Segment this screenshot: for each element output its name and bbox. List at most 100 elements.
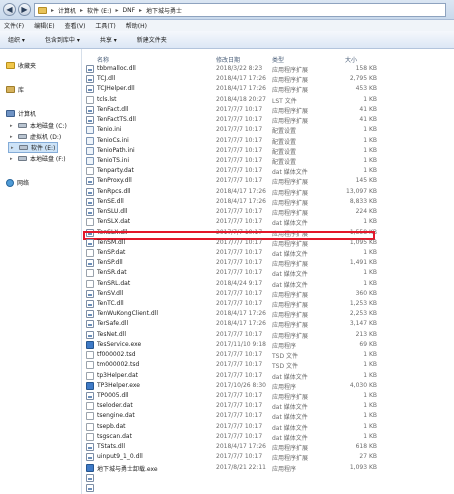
file-row[interactable]: TenProxy.dll 2017/7/7 10:17 应用程序扩展 145 KB <box>83 176 454 186</box>
file-file-icon <box>86 351 94 360</box>
file-row[interactable]: TenioPath.ini 2017/7/7 10:17 配置设置 1 KB <box>83 146 454 156</box>
file-row[interactable]: TenFact.dll 2017/7/7 10:17 应用程序扩展 41 KB <box>83 105 454 115</box>
file-row[interactable]: tf000002.tsd 2017/7/7 10:17 TSD 文件 1 KB <box>83 350 454 360</box>
file-row[interactable]: tsepb.dat 2017/7/7 10:17 dat 媒体文件 1 KB <box>83 422 454 432</box>
new-folder-button[interactable]: 新建文件夹 <box>137 35 167 44</box>
file-type: 应用程序扩展 <box>272 322 309 330</box>
address-input[interactable]: ▸ 计算机 ▸ 软件 (E:) ▸ DNF ▸ 地下城与勇士 <box>34 3 446 17</box>
menu-file[interactable]: 文件(F) <box>4 21 24 30</box>
nav-drive-d[interactable]: ▸ 虚拟机 (D:) <box>10 132 61 142</box>
file-name: tsepb.dat <box>97 422 126 430</box>
file-size: 41 KB <box>359 105 377 113</box>
expand-arrow-icon[interactable]: ▸ <box>11 145 16 151</box>
file-row[interactable]: TP3Helper.exe 2017/10/26 8:30 应用程序 4,030 KB <box>83 381 454 391</box>
file-row[interactable]: TenTC.dll 2017/7/7 10:17 应用程序扩展 1,253 KB <box>83 299 454 309</box>
share-button[interactable]: 共享 ▾ <box>100 35 117 44</box>
file-row[interactable]: Tenio.ini 2017/7/7 10:17 配置设置 1 KB <box>83 125 454 135</box>
menu-tools[interactable]: 工具(T) <box>95 21 115 30</box>
file-date: 2018/4/17 17:26 <box>216 197 266 205</box>
menu-view[interactable]: 查看(V) <box>65 21 86 30</box>
dat-file-icon <box>86 248 94 257</box>
file-row[interactable]: TCJHelper.dll 2018/4/17 17:26 应用程序扩展 453 KB <box>83 84 454 94</box>
file-row[interactable]: tcls.lst 2018/4/18 20:27 LST 文件 1 KB <box>83 95 454 105</box>
nav-favorites[interactable]: 收藏夹 <box>6 61 36 70</box>
file-type: 应用程序扩展 <box>272 312 309 320</box>
file-row[interactable]: TesService.exe 2017/11/10 9:18 应用程序 69 KB <box>83 340 454 350</box>
file-row[interactable]: TenSLX.dat 2017/7/7 10:17 dat 媒体文件 1 KB <box>83 217 454 227</box>
breadcrumb-drive[interactable]: 软件 (E:) <box>87 6 111 15</box>
organize-button[interactable]: 组织 ▾ <box>8 35 25 44</box>
nav-libraries[interactable]: 库 <box>6 85 24 94</box>
breadcrumb-computer[interactable]: 计算机 <box>58 6 76 15</box>
file-row[interactable]: TenSP.dll 2017/7/7 10:17 应用程序扩展 1,491 KB <box>83 258 454 268</box>
file-row[interactable] <box>83 473 454 483</box>
file-row[interactable]: uinput9_1_0.dll 2017/7/7 10:17 应用程序扩展 27 KB <box>83 452 454 462</box>
nav-network[interactable]: 网络 <box>6 178 29 187</box>
file-row[interactable]: TenSE.dll 2018/4/17 17:26 应用程序扩展 8,833 KB <box>83 197 454 207</box>
file-row[interactable]: TP0005.dll 2017/7/7 10:17 应用程序扩展 1 KB <box>83 391 454 401</box>
file-row[interactable]: tbbmalloc.dll 2018/3/22 8:23 应用程序扩展 158 KB <box>83 64 454 74</box>
forward-button[interactable]: ▶ <box>18 3 31 16</box>
expand-arrow-icon[interactable]: ▸ <box>10 156 15 162</box>
expand-arrow-icon[interactable]: ▸ <box>10 134 15 140</box>
folder-icon <box>38 6 47 14</box>
expand-arrow-icon[interactable]: ▸ <box>10 123 15 129</box>
file-row[interactable] <box>83 483 454 493</box>
file-size: 69 KB <box>359 340 377 348</box>
menu-edit[interactable]: 编辑(E) <box>34 21 54 30</box>
column-size[interactable]: 大小 <box>345 55 357 64</box>
nav-drive-e[interactable]: ▸ 软件 (E:) <box>8 142 59 153</box>
file-row[interactable]: TenSM.dll 2017/7/7 10:17 应用程序扩展 1,095 KB <box>83 238 454 248</box>
file-row[interactable]: TenFactTS.dll 2017/7/7 10:17 应用程序扩展 41 KB <box>83 115 454 125</box>
file-row[interactable]: TenioCs.ini 2017/7/7 10:17 配置设置 1 KB <box>83 136 454 146</box>
dll-file-icon <box>86 300 94 309</box>
file-row[interactable]: tp3Helper.dat 2017/7/7 10:17 dat 媒体文件 1 KB <box>83 371 454 381</box>
file-type: 应用程序扩展 <box>272 302 309 310</box>
file-row[interactable]: TesNet.dll 2017/7/7 10:17 应用程序扩展 213 KB <box>83 330 454 340</box>
column-date[interactable]: 修改日期 <box>216 55 240 64</box>
file-row[interactable]: tsgscan.dat 2017/7/7 10:17 dat 媒体文件 1 KB <box>83 432 454 442</box>
file-row[interactable]: TenSLX.dll 2017/7/7 10:17 应用程序扩展 1,558 KB <box>83 228 454 240</box>
file-row[interactable]: TCJ.dll 2018/4/17 17:26 应用程序扩展 2,795 KB <box>83 74 454 84</box>
file-name: TenTC.dll <box>97 300 124 308</box>
column-type[interactable]: 类型 <box>272 55 284 64</box>
file-date: 2017/7/7 10:17 <box>216 238 263 246</box>
dll-file-icon <box>86 85 94 94</box>
file-row[interactable]: TenSV.dll 2017/7/7 10:17 应用程序扩展 360 KB <box>83 289 454 299</box>
file-row[interactable]: TenSRL.dat 2018/4/24 9:17 dat 媒体文件 1 KB <box>83 279 454 289</box>
file-type: dat 媒体文件 <box>272 434 308 442</box>
file-row[interactable]: TStats.dll 2018/4/17 17:26 应用程序扩展 618 KB <box>83 442 454 452</box>
file-row[interactable]: Tenparty.dat 2017/7/7 10:17 dat 媒体文件 1 KB <box>83 166 454 176</box>
breadcrumb-game[interactable]: 地下城与勇士 <box>146 6 182 15</box>
file-date: 2018/4/17 17:26 <box>216 75 266 83</box>
file-name: TenRpcs.dll <box>97 187 131 195</box>
file-row[interactable]: tseloder.dat 2017/7/7 10:17 dat 媒体文件 1 KB <box>83 401 454 411</box>
file-row[interactable]: tsengine.dat 2017/7/7 10:17 dat 媒体文件 1 KB <box>83 411 454 421</box>
file-row[interactable]: TenSLU.dll 2017/7/7 10:17 应用程序扩展 224 KB <box>83 207 454 217</box>
file-row[interactable]: tm000002.tsd 2017/7/7 10:17 TSD 文件 1 KB <box>83 360 454 370</box>
file-row[interactable]: TerSafe.dll 2018/4/17 17:26 应用程序扩展 3,147 KB <box>83 319 454 329</box>
dll-file-icon <box>86 208 94 217</box>
file-row[interactable]: TenSP.dat 2017/7/7 10:17 dat 媒体文件 1 KB <box>83 248 454 258</box>
file-size: 1 KB <box>363 218 377 226</box>
back-button[interactable]: ◀ <box>3 3 16 16</box>
include-in-library-button[interactable]: 包含到库中 ▾ <box>45 35 80 44</box>
file-type: dat 媒体文件 <box>272 404 308 412</box>
file-date: 2018/4/17 17:26 <box>216 187 266 195</box>
file-row[interactable]: TenSR.dat 2017/7/7 10:17 dat 媒体文件 1 KB <box>83 268 454 278</box>
nav-drive-f[interactable]: ▸ 本地磁盘 (F:) <box>10 154 66 164</box>
file-file-icon <box>86 95 94 104</box>
file-row[interactable]: TenioTS.ini 2017/7/7 10:17 配置设置 1 KB <box>83 156 454 166</box>
file-size: 360 KB <box>355 289 377 297</box>
nav-computer[interactable]: 计算机 <box>6 109 36 118</box>
file-size: 1 KB <box>363 392 377 399</box>
nav-drive-c[interactable]: ▸ 本地磁盘 (C:) <box>10 121 67 131</box>
file-row[interactable]: TenRpcs.dll 2018/4/17 17:26 应用程序扩展 13,097 K… <box>83 187 454 197</box>
file-size: 1 KB <box>363 361 377 369</box>
breadcrumb-dnf[interactable]: DNF <box>122 7 135 14</box>
file-row[interactable]: 地下城与勇士卸载.exe 2017/8/21 22:11 应用程序 1,093 KB <box>83 463 454 473</box>
file-date: 2017/7/7 10:17 <box>216 218 263 226</box>
file-row[interactable]: TenWuKongClient.dll 2018/4/17 17:26 应用程序扩展… <box>83 309 454 319</box>
column-name[interactable]: 名称 <box>97 55 109 64</box>
menu-help[interactable]: 帮助(H) <box>126 21 147 30</box>
